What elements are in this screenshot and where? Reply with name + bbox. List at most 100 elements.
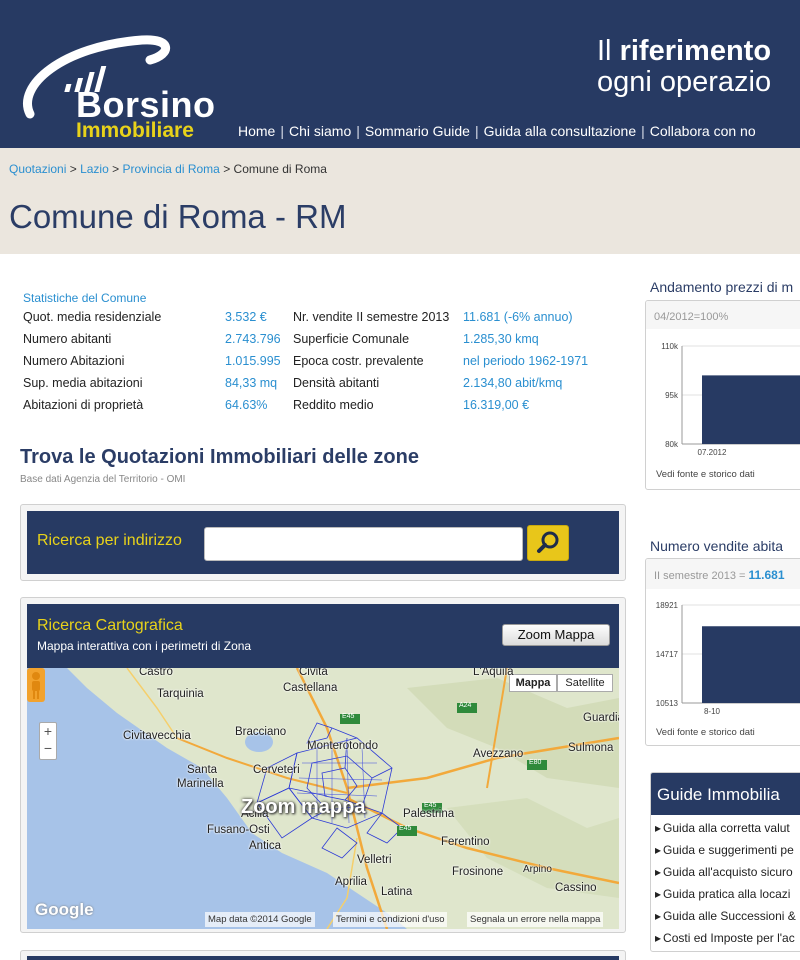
nav-collabora[interactable]: Collabora con no [650,123,756,139]
stat-value: 2.743.796 [225,332,281,346]
map-search-title: Ricerca Cartografica [37,617,183,634]
zoom-in-button[interactable]: + [40,723,56,740]
nav-guida-consultazione[interactable]: Guida alla consultazione [484,123,637,139]
address-search-input[interactable] [204,527,523,561]
sales-chart-box: II semestre 2013 = 11.681 18921 14717 1051… [645,558,800,746]
stat-value: 1.015.995 [225,354,281,368]
logo-word-immobiliare[interactable]: Immobiliare [76,119,194,143]
stat-label: Reddito medio [293,398,374,412]
header-tagline: Il riferimento ogni operazio [597,36,771,98]
map-place-label: Aprilia [335,876,367,888]
nav-separator: | [280,123,284,139]
map-place-label: Fusano-Osti [207,824,270,836]
nav-chi-siamo[interactable]: Chi siamo [289,123,351,139]
map-place-label: L'Aquila [473,668,514,678]
next-panel-header [20,950,626,960]
y-tick-label: 80k [665,440,679,449]
breadcrumb-quotazioni[interactable]: Quotazioni [9,162,66,176]
map-type-mappa[interactable]: Mappa [509,674,557,692]
guide-link[interactable]: Guida alla corretta valut [655,821,790,835]
sales-chart-source-link[interactable]: Vedi fonte e storico dati [656,727,755,738]
stat-label: Abitazioni di proprietà [23,398,144,412]
map-place-label: Cassino [555,882,597,894]
x-tick-label: 07.2012 [698,448,727,457]
zoom-out-button[interactable]: − [40,740,56,757]
map-place-label: Arpino [523,864,552,875]
map-place-label: Sulmona [568,742,614,754]
map-report-error-link[interactable]: Segnala un errore nella mappa [467,912,604,927]
map-terms-link[interactable]: Termini e condizioni d'uso [333,912,448,927]
stat-value: 84,33 mq [225,376,278,390]
x-tick-label: 8-10 [704,707,721,716]
stat-value: 2.134,80 abit/kmq [463,376,563,390]
map-place-label: Avezzano [473,748,524,760]
nav-separator: | [356,123,360,139]
stat-label: Numero Abitazioni [23,354,125,368]
street-view-pegman-icon[interactable] [27,668,45,702]
address-search-button[interactable] [527,525,569,561]
breadcrumb-lazio[interactable]: Lazio [80,162,109,176]
site-header: Borsino Immobiliare Il riferimento ogni … [0,0,800,148]
guide-link[interactable]: Guida e suggerimenti pe [655,843,794,857]
stat-value: 3.532 € [225,310,267,324]
interactive-map[interactable]: E45 A24 E45 E80 E45 + − Mappa Satellite … [27,668,619,929]
map-place-label: Cerveteri [253,764,300,776]
stat-value: 1.285,30 kmq [463,332,539,346]
map-zoom-control: + − [39,722,57,760]
map-place-label: Ferentino [441,836,490,848]
sales-chart-title: Numero vendite abita [650,538,784,554]
guides-title: Guide Immobilia [657,785,780,804]
map-type-satellite[interactable]: Satellite [557,674,613,692]
stat-label: Superficie Comunale [293,332,410,346]
map-search-subtitle: Mappa interattiva con i perimetri di Zon… [37,639,252,653]
map-place-label: Guardia [583,712,619,724]
price-chart-box: 04/2012=100% 110k 95k 80k 07.2012 Vedi font… [645,300,800,490]
guide-link[interactable]: Guida alle Successioni & [655,909,796,923]
area-series [702,375,800,444]
tagline-bold: riferimento [619,35,772,67]
search-icon [537,531,559,553]
quotazioni-subtitle: Base dati Agenzia del Territorio - OMI [20,474,186,485]
price-chart-source-link[interactable]: Vedi fonte e storico dati [656,469,755,480]
map-place-label: Bracciano [235,726,287,738]
guide-link[interactable]: Guida all'acquisto sicuro [655,865,793,879]
stat-label: Numero abitanti [23,332,112,346]
zoom-map-overlay[interactable]: Zoom mappa [241,796,365,819]
map-place-label: Marinella [177,778,224,790]
map-place-label: Latina [381,886,413,898]
road-shield: E80 [529,759,542,766]
stat-label: Epoca costr. prevalente [293,354,424,368]
stat-label: Densità abitanti [293,376,380,390]
sales-chart: 18921 14717 10513 8-10 [656,601,800,716]
road-shield: E45 [342,713,355,720]
nav-home[interactable]: Home [238,123,275,139]
stat-value: 16.319,00 € [463,398,530,412]
address-search-label: Ricerca per indirizzo [37,532,182,549]
next-panel-bar [27,956,619,960]
guides-header: Guide Immobilia [651,773,800,815]
map-place-label: Civita [299,668,328,678]
breadcrumb-separator: > [112,162,120,176]
guide-link[interactable]: Guida pratica alla locazi [655,887,790,901]
price-chart-title: Andamento prezzi di m [650,279,794,295]
y-tick-label: 18921 [656,601,679,610]
guide-link[interactable]: Costi ed Imposte per l'ac [655,931,795,945]
map-place-label: Velletri [357,854,392,866]
map-place-label: Palestrina [403,808,455,820]
map-place-label: Civitavecchia [123,730,191,742]
road-shield: E45 [399,825,412,832]
stat-label: Sup. media abitazioni [23,376,143,390]
map-search-box: Ricerca Cartografica Mappa interattiva c… [20,597,626,933]
map-data-attribution: Map data ©2014 Google [205,912,315,927]
top-navigation: Home | Chi siamo | Sommario Guide | Guida alla… [238,123,756,139]
zoom-map-button[interactable]: Zoom Mappa [502,624,610,646]
tagline-line2: ogni operazio [597,66,772,98]
nav-sommario-guide[interactable]: Sommario Guide [365,123,470,139]
sales-chart-note-prefix: II semestre 2013 = [654,570,749,582]
area-series [702,626,800,703]
guides-box: Guide Immobilia Guida alla corretta valu… [650,772,800,952]
map-place-label: Monterotondo [307,740,378,752]
y-tick-label: 10513 [656,699,679,708]
breadcrumb-provincia[interactable]: Provincia di Roma [122,162,219,176]
page: Borsino Immobiliare Il riferimento ogni … [0,0,800,960]
